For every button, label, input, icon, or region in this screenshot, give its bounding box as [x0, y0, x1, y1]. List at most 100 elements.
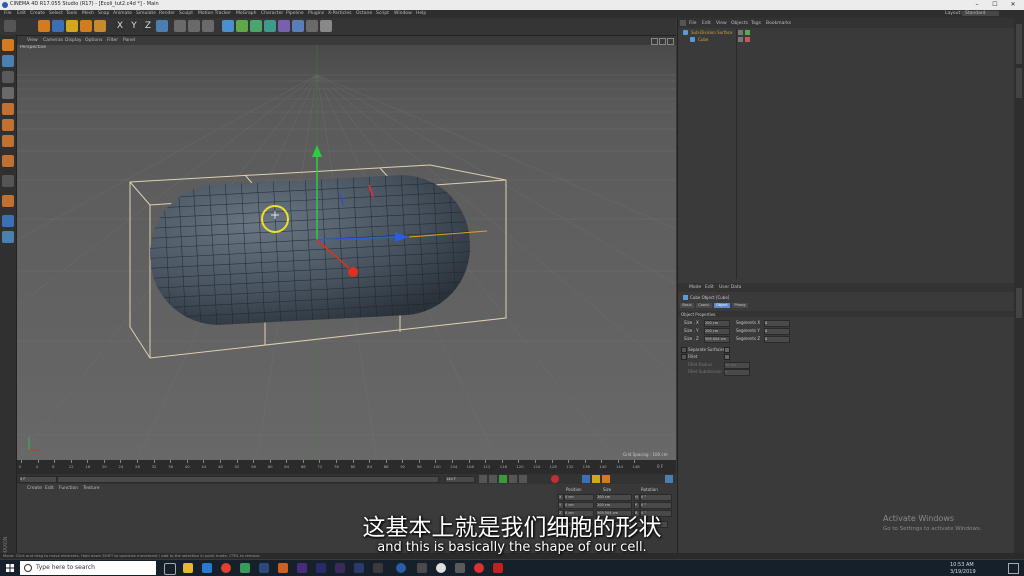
task-view-icon[interactable]	[164, 563, 176, 575]
menu-tools[interactable]: Tools	[66, 11, 77, 16]
menu-animate[interactable]: Animate	[113, 11, 132, 16]
menu-plugins[interactable]: Plugins	[308, 11, 324, 16]
record-icon[interactable]	[551, 475, 559, 483]
tab-basic[interactable]: Basic	[680, 303, 694, 308]
am-menu-user-data[interactable]: User Data	[719, 285, 741, 290]
array-icon[interactable]	[264, 20, 276, 32]
viewport-menu-view[interactable]: View	[27, 38, 38, 43]
menu-mograph[interactable]: MoGraph	[236, 11, 256, 16]
menu-render[interactable]: Render	[159, 11, 175, 16]
mat-menu-function[interactable]: Function	[59, 486, 78, 491]
play-icon[interactable]	[499, 475, 507, 483]
perspective-viewport[interactable]: Perspective Grid Spacing : 100 cm	[17, 45, 676, 460]
move-tool-icon[interactable]	[52, 20, 64, 32]
app-icon[interactable]	[417, 563, 427, 573]
om-menu-view[interactable]: View	[716, 21, 727, 26]
mat-menu-edit[interactable]: Edit	[45, 486, 54, 491]
menu-octane[interactable]: Octane	[356, 11, 372, 16]
environment-icon[interactable]	[292, 20, 304, 32]
menu-snap[interactable]: Snap	[98, 11, 109, 16]
current-frame-field[interactable]: 0 F	[19, 476, 57, 483]
content-browser-side-tab[interactable]	[1016, 68, 1022, 98]
visibility-toggle-icon[interactable]	[738, 30, 743, 35]
viewport-menu-filter[interactable]: Filter	[107, 38, 118, 43]
om-menu-file[interactable]: File	[689, 21, 697, 26]
enable-check-icon[interactable]	[745, 30, 750, 35]
menu-motion-tracker[interactable]: Motion Tracker	[198, 11, 231, 16]
polygons-mode-icon[interactable]	[2, 135, 14, 147]
notifications-icon[interactable]	[1008, 563, 1019, 574]
size-field[interactable]: 200 cm	[704, 328, 730, 335]
checkbox[interactable]	[681, 347, 687, 353]
tab-object[interactable]: Object	[714, 303, 730, 308]
rotate-tool-icon[interactable]	[80, 20, 92, 32]
coord-size-field[interactable]: 200 cm	[596, 494, 632, 501]
mat-menu-texture[interactable]: Texture	[83, 486, 99, 491]
enable-axis-icon[interactable]	[2, 155, 14, 167]
scale-tool-icon[interactable]	[66, 20, 78, 32]
recent-tool-icon[interactable]	[94, 20, 106, 32]
timeline-ruler[interactable]: 0 4 8 12 16 20 24 28 32 36 40 44 48 52 56 60 64 68 72 76 80 8…	[17, 460, 676, 474]
app-icon[interactable]	[373, 563, 383, 573]
phong-tag-icon[interactable]	[745, 37, 750, 42]
checkbox[interactable]	[681, 354, 687, 360]
checkbox-value[interactable]	[724, 347, 730, 353]
menu-file[interactable]: File	[4, 11, 12, 16]
size-field[interactable]: 505.504 cm	[704, 336, 730, 343]
viewport-menu-cameras[interactable]: Cameras	[43, 38, 63, 43]
end-frame-field[interactable]: 144 F	[445, 476, 475, 483]
cube-primitive-icon[interactable]	[222, 20, 234, 32]
coord-rotation-field[interactable]: 0 °	[640, 494, 672, 501]
size-field[interactable]: 200 cm	[704, 320, 730, 327]
object-manager-grip-icon[interactable]	[680, 20, 686, 26]
edge-icon[interactable]	[202, 563, 212, 573]
menu-x-particles[interactable]: X-Particles	[328, 11, 351, 16]
photoshop-icon[interactable]	[259, 563, 269, 573]
fillet-field[interactable]: 5	[724, 369, 750, 376]
chrome-icon[interactable]	[221, 563, 231, 573]
menu-pipeline[interactable]: Pipeline	[286, 11, 304, 16]
step-forward-icon[interactable]	[509, 475, 517, 483]
file-explorer-icon[interactable]	[183, 563, 193, 573]
key-rotation-icon[interactable]	[602, 475, 610, 483]
viewport-menu-panel[interactable]: Panel	[123, 38, 135, 43]
edges-mode-icon[interactable]	[2, 119, 14, 131]
render-settings-icon[interactable]	[202, 20, 214, 32]
coord-position-field[interactable]: 0 cm	[564, 494, 594, 501]
am-menu-edit[interactable]: Edit	[705, 285, 714, 290]
camera-icon[interactable]	[306, 20, 318, 32]
viewport-move-icon[interactable]	[651, 38, 658, 45]
menu-simulate[interactable]: Simulate	[136, 11, 156, 16]
minimize-button[interactable]: –	[968, 0, 986, 10]
windows-start-icon[interactable]	[6, 564, 14, 572]
objects-side-tab[interactable]	[1016, 24, 1022, 64]
tweak-mode-icon[interactable]	[2, 175, 14, 187]
mat-menu-create[interactable]: Create	[27, 486, 42, 491]
make-editable-icon[interactable]	[2, 39, 14, 51]
om-menu-objects[interactable]: Objects	[731, 21, 748, 26]
menu-sculpt[interactable]: Sculpt	[179, 11, 193, 16]
live-selection-icon[interactable]	[38, 20, 50, 32]
capsule-mesh[interactable]	[147, 172, 474, 329]
nurbs-icon[interactable]	[250, 20, 262, 32]
go-to-end-icon[interactable]	[519, 475, 527, 483]
opera-icon[interactable]	[474, 563, 484, 573]
audition-icon[interactable]	[335, 563, 345, 573]
om-menu-edit[interactable]: Edit	[702, 21, 711, 26]
after-effects-icon[interactable]	[297, 563, 307, 573]
points-mode-icon[interactable]	[2, 103, 14, 115]
segments-field[interactable]: 8	[764, 320, 790, 327]
menu-select[interactable]: Select	[49, 11, 63, 16]
deformer-icon[interactable]	[278, 20, 290, 32]
maximize-button[interactable]: ☐	[986, 0, 1004, 10]
texture-mode-icon[interactable]	[2, 71, 14, 83]
menu-create[interactable]: Create	[30, 11, 45, 16]
light-icon[interactable]	[320, 20, 332, 32]
menu-edit[interactable]: Edit	[17, 11, 26, 16]
fillet-field[interactable]: 40 cm	[724, 362, 750, 369]
undo-icon[interactable]	[4, 20, 16, 32]
object-row-cube[interactable]: Cube	[690, 37, 738, 43]
tab-phong[interactable]: Phong	[732, 303, 748, 308]
menu-mesh[interactable]: Mesh	[82, 11, 94, 16]
checkbox-value[interactable]	[724, 354, 730, 360]
